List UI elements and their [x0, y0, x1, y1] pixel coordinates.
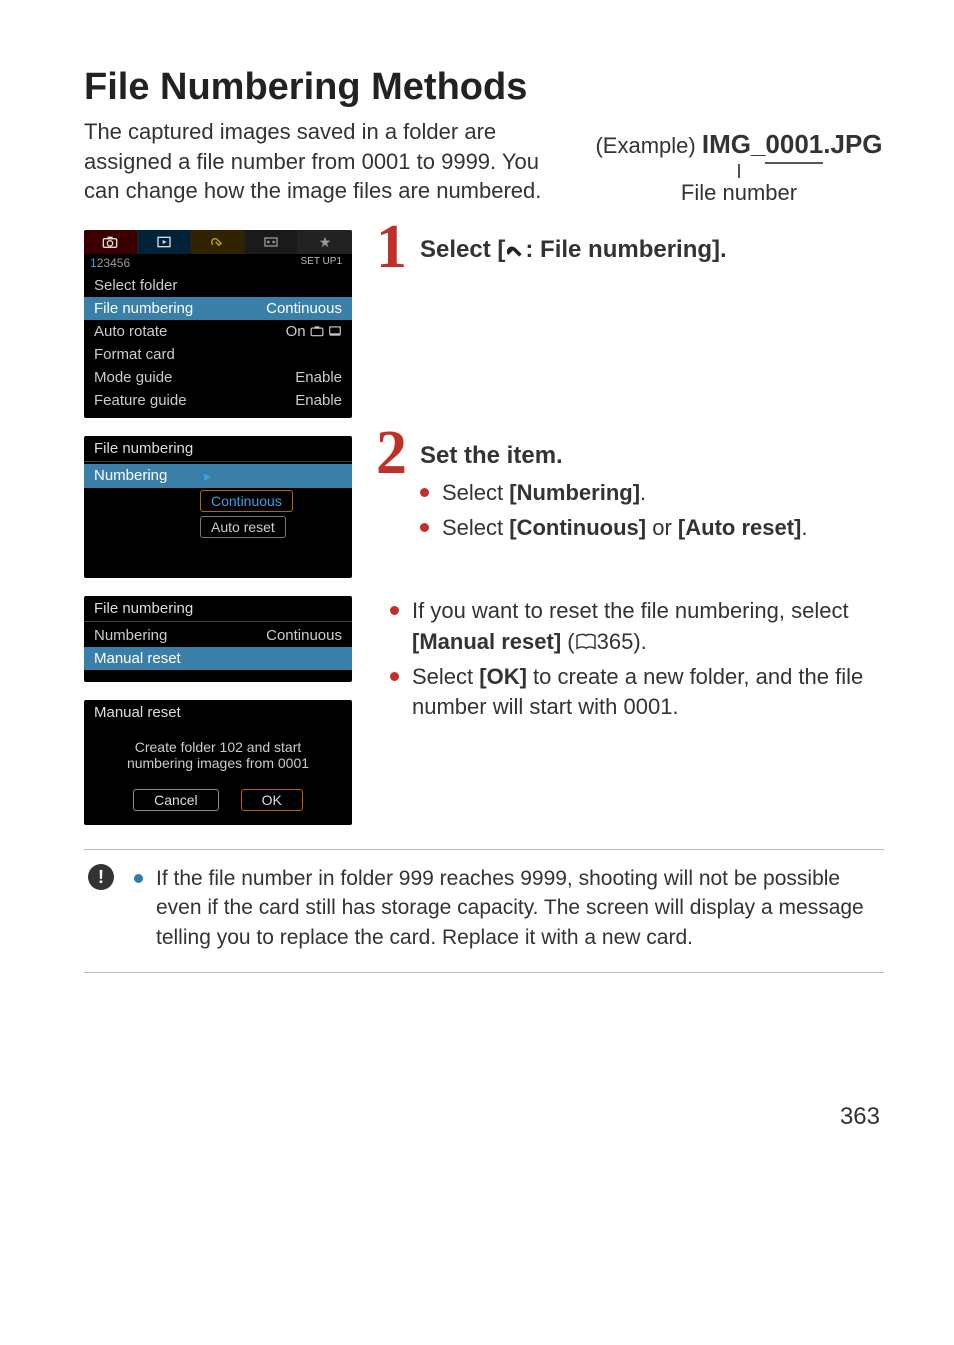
example-filename-number: 0001: [765, 129, 823, 160]
lcd4-ok-button: OK: [241, 789, 303, 811]
lcd3-numbering-value: Continuous: [266, 627, 342, 644]
step3-bullet-1: If you want to reset the file numbering,…: [390, 596, 884, 658]
caution-box: ! If the file number in folder 999 reach…: [84, 849, 884, 973]
step2-title: Set the item.: [420, 442, 884, 470]
lcd2-option-continuous: Continuous: [200, 490, 293, 512]
menu-feature-guide: Feature guide: [94, 392, 295, 409]
subtab-6: 6: [123, 256, 130, 270]
example-filename-ext: .JPG: [823, 129, 882, 159]
setup-tag: SET UP1: [301, 256, 347, 270]
lcd2-continuous-indicator-icon: ▸: [204, 467, 212, 485]
lcd-screenshot-manual-reset-menu: File numbering Numbering Continuous Manu…: [84, 596, 352, 682]
lcd2-numbering-label: Numbering: [94, 467, 204, 484]
menu-mode-guide: Mode guide: [94, 369, 295, 386]
menu-mode-guide-value: Enable: [295, 369, 342, 386]
menu-file-numbering-value: Continuous: [266, 300, 342, 317]
lcd-screenshot-numbering-options: File numbering Numbering ▸ Continuous Au…: [84, 436, 352, 578]
menu-auto-rotate: Auto rotate: [94, 323, 286, 340]
step-number-2: 2: [376, 422, 407, 484]
lcd4-cancel-button: Cancel: [133, 789, 219, 811]
callout-line: [738, 164, 740, 178]
page-title: File Numbering Methods: [84, 66, 884, 109]
caution-icon: !: [88, 864, 114, 890]
tab-shoot-icon: [84, 230, 138, 254]
menu-file-numbering: File numbering: [94, 300, 266, 317]
step2-bullet-1: Select [Numbering].: [420, 478, 884, 509]
wrench-icon: [505, 236, 525, 264]
lcd2-title: File numbering: [84, 436, 352, 459]
example-prefix: (Example): [595, 133, 701, 158]
lcd3-manual-reset: Manual reset: [94, 650, 342, 667]
subtab-1: 1: [90, 256, 97, 270]
subtab-4: 4: [110, 256, 117, 270]
menu-feature-guide-value: Enable: [295, 392, 342, 409]
lcd4-title: Manual reset: [84, 700, 352, 723]
subtab-3: 3: [103, 256, 110, 270]
step2-bullet-2: Select [Continuous] or [Auto reset].: [420, 513, 884, 544]
file-number-label: File number: [594, 180, 884, 206]
lcd4-body-line2: numbering images from 0001: [92, 755, 344, 771]
menu-auto-rotate-value: On: [286, 323, 342, 340]
page-ref-icon: [575, 633, 597, 651]
menu-format-card: Format card: [94, 346, 342, 363]
lcd3-title: File numbering: [84, 596, 352, 619]
tab-custom-icon: [245, 230, 299, 254]
tab-setup-icon: [191, 230, 245, 254]
subtab-5: 5: [117, 256, 124, 270]
example-box: (Example) IMG_0001.JPG File number: [594, 117, 884, 206]
intro-paragraph: The captured images saved in a folder ar…: [84, 117, 574, 206]
lcd-screenshot-setup-menu: 1 2 3 4 5 6 SET UP1 Select folder File n…: [84, 230, 352, 418]
subtab-2: 2: [97, 256, 104, 270]
step-number-1: 1: [376, 216, 407, 278]
page-number: 363: [84, 1103, 884, 1131]
example-filename-pre: IMG_: [702, 129, 766, 159]
tab-play-icon: [138, 230, 192, 254]
lcd-screenshot-manual-reset-dialog: Manual reset Create folder 102 and start…: [84, 700, 352, 825]
menu-select-folder: Select folder: [94, 277, 342, 294]
lcd2-option-auto-reset: Auto reset: [200, 516, 286, 538]
step3-bullet-2: Select [OK] to create a new folder, and …: [390, 662, 884, 724]
step1-title: Select [: File numbering].: [420, 236, 884, 264]
lcd3-numbering-label: Numbering: [94, 627, 266, 644]
caution-text: If the file number in folder 999 reaches…: [134, 864, 880, 952]
tab-mymenu-icon: [298, 230, 352, 254]
lcd4-body-line1: Create folder 102 and start: [92, 739, 344, 755]
